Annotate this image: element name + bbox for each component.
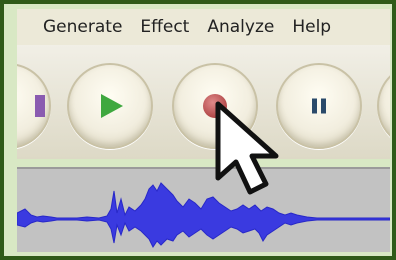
- stop-button[interactable]: [377, 63, 390, 149]
- transport-toolbar: [17, 45, 390, 159]
- waveform: [17, 182, 390, 248]
- pause-icon: [312, 98, 326, 114]
- mouse-cursor-icon: [215, 101, 279, 195]
- menu-analyze[interactable]: Analyze: [198, 17, 283, 37]
- menu-bar: Generate Effect Analyze Help: [17, 9, 390, 45]
- menu-effect[interactable]: Effect: [131, 17, 198, 37]
- screenshot-frame: Generate Effect Analyze Help: [0, 0, 396, 260]
- play-button[interactable]: [67, 63, 153, 149]
- skip-start-button[interactable]: [17, 63, 51, 149]
- audio-track[interactable]: [17, 167, 390, 252]
- play-icon: [97, 94, 123, 118]
- menu-help[interactable]: Help: [283, 17, 340, 37]
- menu-generate[interactable]: Generate: [17, 17, 131, 37]
- skip-start-icon: [35, 95, 45, 117]
- waveform-shape: [17, 182, 390, 248]
